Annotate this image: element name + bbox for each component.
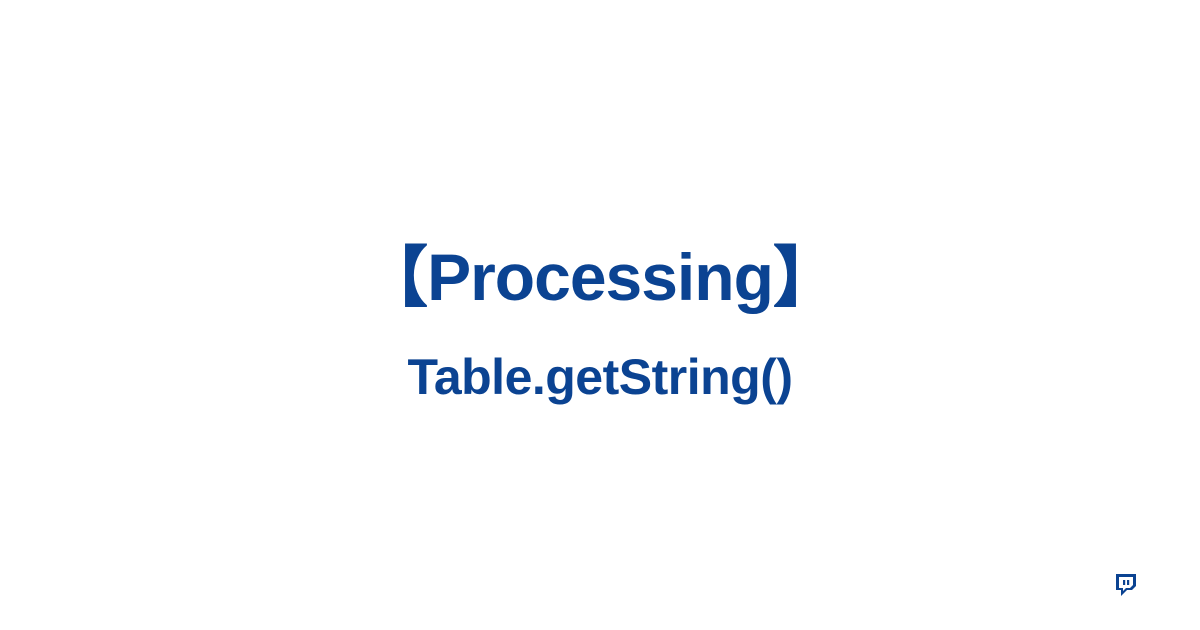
page-title: 【Processing】 [362, 224, 838, 320]
page-subtitle: Table.getString() [362, 348, 838, 406]
main-content: 【Processing】 Table.getString() [362, 224, 838, 406]
site-logo-icon [1116, 574, 1136, 596]
